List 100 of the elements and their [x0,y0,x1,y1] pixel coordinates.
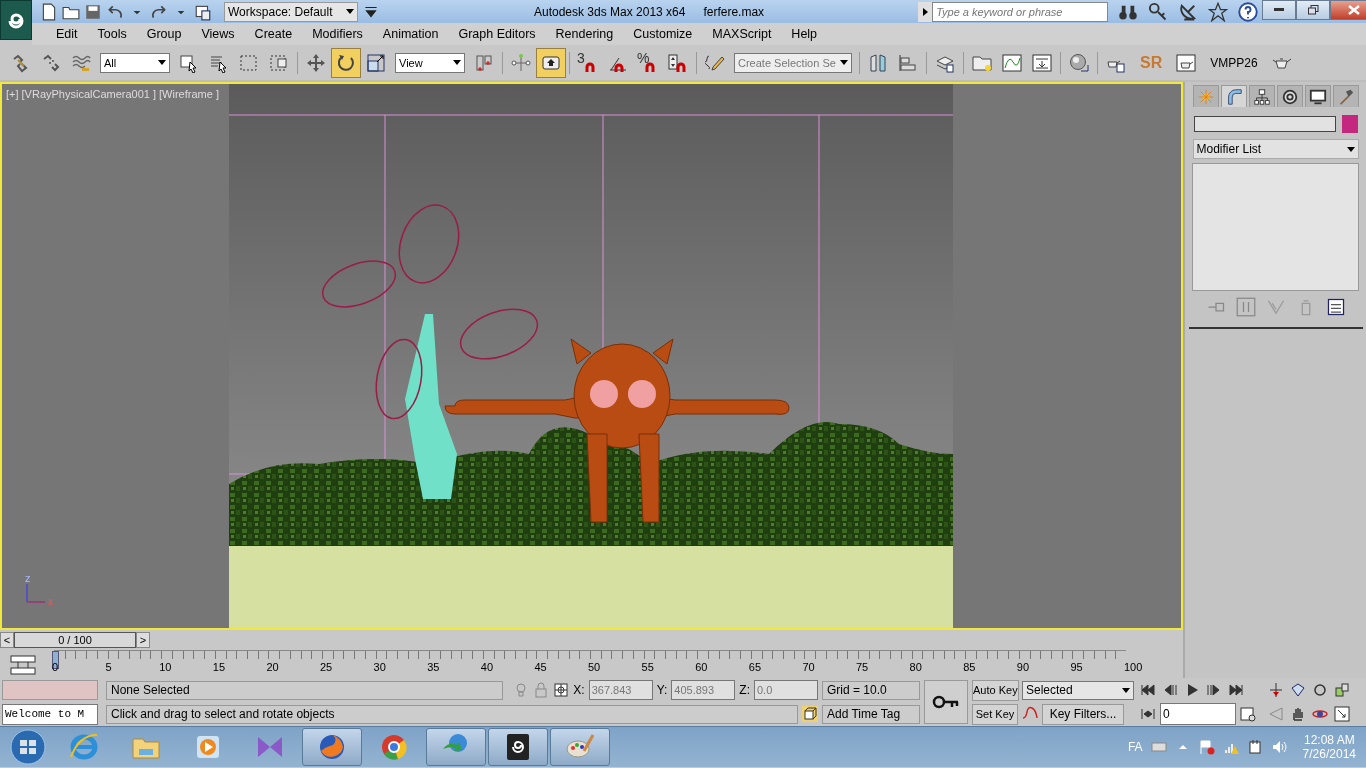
configure-sets-icon[interactable] [1325,297,1346,317]
named-selection-field[interactable]: Create Selection Se [734,52,852,73]
menu-item[interactable]: Graph Editors [448,27,546,41]
previous-key-icon[interactable] [1162,682,1178,698]
key-mode-dropdown[interactable]: Selected [1022,680,1134,700]
frame-number: 90 [1016,661,1030,673]
z-label: Z: [739,683,750,697]
previous-frame-button[interactable]: < [0,632,14,648]
caret-icon [158,60,166,65]
frame-number: 65 [748,661,762,673]
monitor-icon[interactable] [1304,85,1331,107]
menu-item[interactable]: MAXScript [702,27,782,41]
hammer-icon[interactable] [1332,85,1359,107]
menu-item[interactable]: Create [244,27,303,41]
frame-number: 0 [52,661,59,673]
dropdown[interactable]: All [100,52,170,73]
orbit-arrows-icon[interactable] [1312,682,1328,698]
help-icon[interactable] [1238,1,1259,22]
caret-icon [346,9,354,14]
current-frame-field[interactable]: 0 [1160,703,1236,725]
set-key-button[interactable]: Set Key [972,703,1018,725]
frame-marker[interactable] [52,651,59,669]
menu-item[interactable]: Tools [87,27,137,41]
menu-item[interactable]: Animation [372,27,449,41]
time-slider-handle[interactable]: 0 / 100 [14,632,136,648]
dropdown[interactable]: View [395,52,465,73]
listener-field[interactable] [2,680,98,700]
restore-button[interactable] [1296,0,1331,20]
color-swatch[interactable] [1341,115,1358,133]
target-icon[interactable] [1276,85,1303,107]
frame-number: 85 [963,661,976,673]
save-icon[interactable] [84,2,102,21]
curve-arc-icon[interactable] [1220,85,1247,107]
track-bar-toggle-icon[interactable] [8,654,38,676]
time-tag-icon[interactable] [802,706,818,722]
close-icon[interactable] [1348,5,1361,15]
next-key-icon[interactable] [1206,682,1222,698]
caret-icon [453,60,461,65]
frame-number: 55 [641,661,654,673]
frame-number: 35 [427,661,440,673]
caret-icon [840,60,848,65]
hierarchy-icon[interactable] [1248,85,1275,107]
menu-item[interactable]: Help [781,27,828,41]
add-time-tag-button[interactable]: Add Time Tag [822,704,920,724]
next-frame-button[interactable]: > [136,632,150,648]
keyboard-key-icon[interactable] [536,47,566,78]
rotate-icon[interactable] [331,47,361,78]
key-icon[interactable] [924,680,968,724]
menu-item[interactable]: Edit [46,27,88,41]
skip-start-icon[interactable] [1140,682,1156,698]
menu-item[interactable]: Customize [623,27,703,41]
modifier-list-dropdown[interactable]: Modifier List [1192,139,1359,159]
start-button[interactable] [8,728,48,766]
z-coordinate-field[interactable]: 0.0 [754,680,818,700]
key-icon[interactable] [1148,1,1169,22]
object-name-field[interactable] [1193,116,1336,132]
file-name: ferfere.max [703,4,765,19]
frame-number: 10 [159,661,172,673]
power-plug-icon[interactable] [1246,739,1263,755]
menu-item[interactable]: Group [136,27,192,41]
skip-end-icon[interactable] [1228,682,1244,698]
toolbar-text-button[interactable]: VMPP26 [1201,47,1267,78]
gem-icon[interactable] [1290,682,1306,698]
minimize-button[interactable] [1262,0,1297,20]
frame-number: 95 [1070,661,1083,673]
satellite-dish-icon[interactable] [1178,1,1199,22]
new-file-icon[interactable] [40,2,58,21]
globe-icon[interactable] [302,728,362,766]
spiral-logo-icon[interactable] [488,728,548,766]
crosshair-box-icon[interactable] [553,682,570,698]
menu-item[interactable]: Rendering [545,27,624,41]
frame-number: 50 [588,661,601,673]
frame-number: 45 [534,661,547,673]
flag-error-icon[interactable] [1198,739,1215,755]
auto-key-button[interactable]: Auto Key [972,679,1019,701]
key-filters-button[interactable]: Key Filters... [1042,703,1124,725]
workspace-dropdown[interactable]: Workspace: Default [224,1,358,22]
y-label: Y: [656,683,668,697]
listener-field[interactable]: Welcome to M [2,703,98,725]
frame-number: 15 [212,661,226,673]
frame-number: 75 [856,661,869,673]
close-button[interactable] [1330,0,1366,20]
minimize-icon[interactable] [1274,8,1285,12]
restore-icon[interactable] [1307,5,1319,15]
frame-number: 20 [266,661,279,673]
caret-icon [1122,687,1130,693]
search-field[interactable]: Type a keyword or phrase [932,1,1109,22]
y-coordinate-field[interactable]: 405.893 [671,680,736,700]
grid-size-info: Grid = 10.0 [822,680,920,700]
frame-number: 30 [373,661,386,673]
curve-icon[interactable] [1022,706,1038,722]
menu-item[interactable]: Views [191,27,245,41]
selection-info: None Selected [106,680,504,700]
star-icon[interactable] [1208,1,1229,22]
pan-hand-icon[interactable] [1290,706,1306,722]
menu-item[interactable]: Modifiers [302,27,373,41]
x-coordinate-field[interactable]: 367.843 [588,680,653,700]
frame-number: 5 [105,661,112,673]
cubes-icon[interactable] [1334,682,1350,698]
maximize-viewport-icon[interactable] [1334,706,1350,722]
